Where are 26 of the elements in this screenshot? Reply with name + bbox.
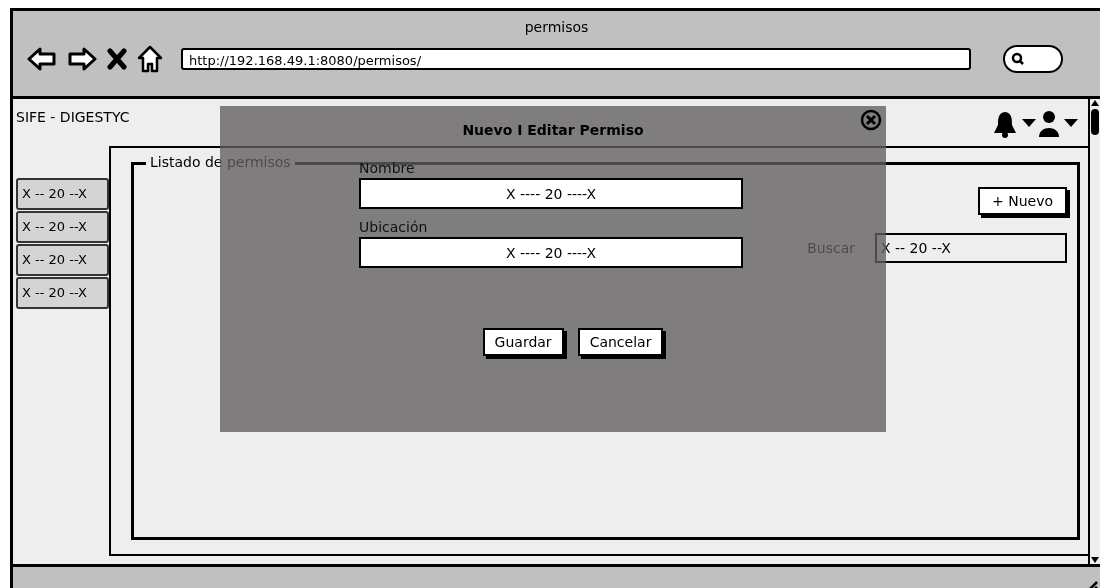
home-icon[interactable] [137,45,163,73]
sidebar-tab[interactable]: X -- 20 --X [16,178,109,210]
bell-menu-icon[interactable] [992,109,1038,139]
dialog-title: Nuevo I Editar Permiso [462,122,644,138]
new-button[interactable]: + Nuevo [978,187,1067,215]
close-icon[interactable] [107,48,127,70]
search-icon [1011,52,1025,66]
search-field[interactable] [1003,45,1063,73]
scrollbar[interactable] [1088,99,1100,564]
window-title: permisos [523,18,590,37]
scroll-thumb[interactable] [1091,109,1099,135]
address-bar[interactable]: http://192.168.49.1:8080/permisos/ [181,48,971,70]
text-input[interactable]: X ---- 20 ----X [359,178,743,209]
field-label: Nombre [359,160,416,176]
field-label: Ubicación [359,219,429,235]
text-input[interactable]: X ---- 20 ----X [359,237,743,268]
dialog-button[interactable]: Cancelar [577,328,664,356]
dialog-button[interactable]: Guardar [482,328,564,356]
forward-icon[interactable] [67,46,97,72]
back-icon[interactable] [27,46,57,72]
sidebar-tab[interactable]: X -- 20 --X [16,211,109,243]
sidebar-tab[interactable]: X -- 20 --X [16,277,109,309]
user-menu-icon[interactable] [1038,109,1080,139]
sidebar-tab[interactable]: X -- 20 --X [16,244,109,276]
close-icon[interactable] [860,109,882,131]
app-title: SIFE - DIGESTYC [16,109,130,125]
